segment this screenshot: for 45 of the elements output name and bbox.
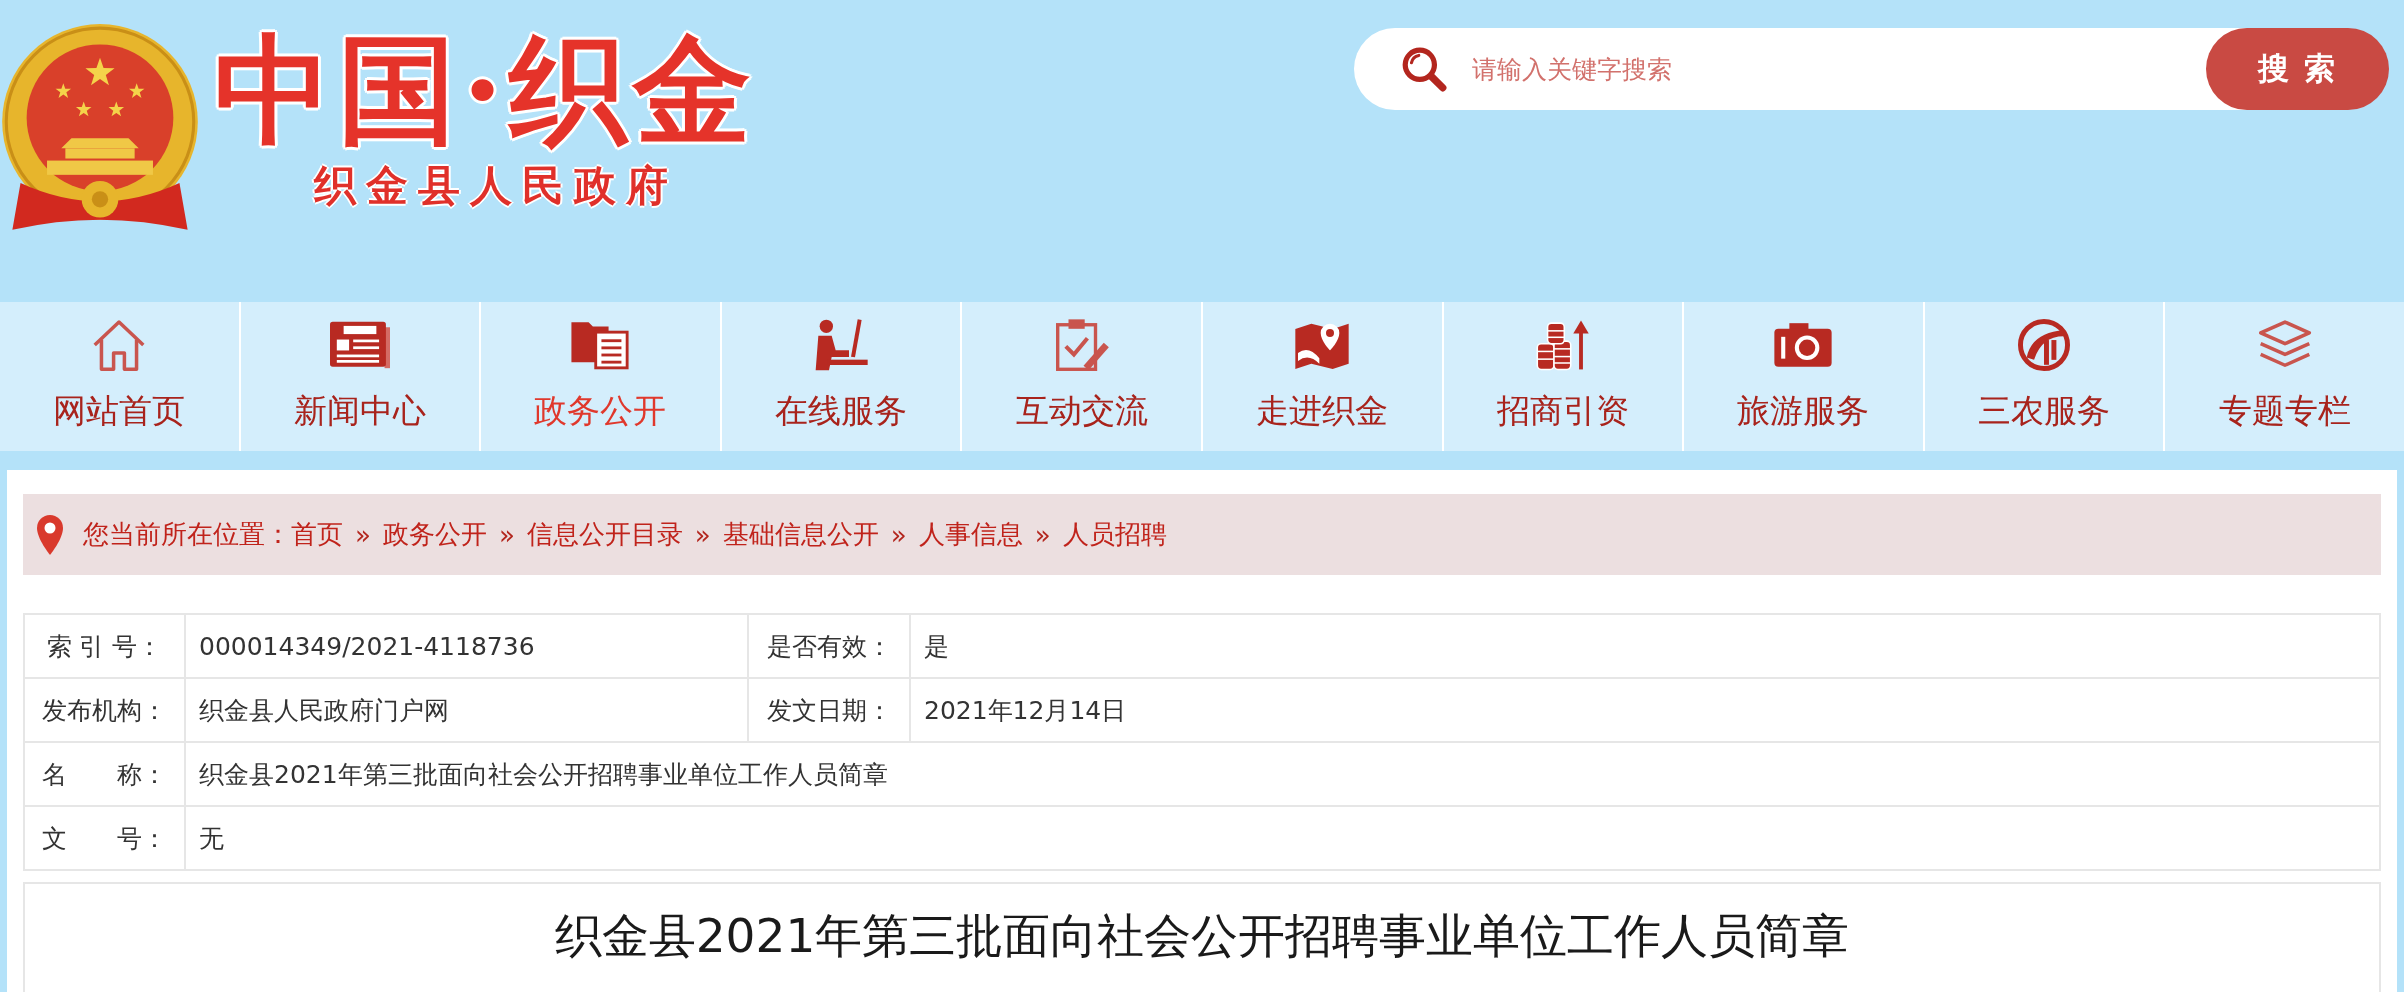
breadcrumb-separator: »	[1034, 519, 1051, 550]
site-subtitle: 织金县人民政府	[313, 160, 678, 212]
round-emblem-icon	[2018, 318, 2071, 372]
nav-item[interactable]: 旅游服务	[1684, 302, 1923, 451]
location-label: 您当前所在位置：	[83, 518, 291, 551]
field-value: 织金县人民政府门户网	[186, 679, 749, 743]
nav-item[interactable]: 互动交流	[962, 302, 1201, 451]
nav-item[interactable]: 在线服务	[721, 302, 961, 451]
field-value: 000014349/2021-4118736	[186, 615, 749, 679]
breadcrumb-link[interactable]: 政务公开	[382, 517, 487, 552]
nav-item[interactable]: 网站首页	[0, 302, 239, 451]
field-value: 2021年12月14日	[911, 679, 2381, 743]
field-value: 是	[911, 615, 2381, 679]
breadcrumb-separator: »	[890, 519, 907, 550]
nav-item[interactable]: 走进织金	[1203, 302, 1442, 451]
nav-item[interactable]: 新闻中心	[240, 302, 480, 451]
field-label: 发布机构：	[25, 679, 186, 743]
coin-stacks-icon	[1535, 318, 1590, 372]
field-label: 发文日期：	[749, 679, 911, 743]
nav-item[interactable]: 三农服务	[1924, 302, 2164, 451]
breadcrumb-separator: »	[694, 519, 711, 550]
field-label: 索 引 号：	[25, 615, 186, 679]
field-value: 织金县2021年第三批面向社会公开招聘事业单位工作人员简章	[186, 743, 2381, 807]
field-label: 文 号：	[25, 807, 186, 871]
location-pin-icon	[37, 514, 63, 555]
breadcrumb-separator: »	[355, 519, 371, 550]
person-at-computer-icon	[813, 318, 870, 372]
house-icon	[92, 318, 147, 372]
field-label: 是否有效：	[749, 615, 911, 679]
field-label: 名 称：	[25, 743, 186, 807]
breadcrumb-link[interactable]: 信息公开目录	[526, 517, 683, 552]
nav-item[interactable]: 招商引资	[1443, 302, 1683, 451]
clipboard-check-icon	[1054, 318, 1109, 372]
article-title: 织金县2021年第三批面向社会公开招聘事业单位工作人员简章	[554, 907, 1850, 965]
nav-item[interactable]: 政务公开	[481, 302, 720, 451]
field-value: 无	[186, 807, 2381, 871]
breadcrumb-link[interactable]: 首页	[291, 517, 343, 552]
search-button[interactable]: 搜 索	[2206, 28, 2389, 110]
site-title: 中国·织金	[214, 22, 758, 158]
search-icon	[1400, 45, 1448, 93]
breadcrumb-link[interactable]: 人员招聘	[1062, 517, 1167, 552]
breadcrumb-separator: »	[498, 519, 515, 550]
breadcrumb-link[interactable]: 基础信息公开	[722, 517, 879, 552]
breadcrumb-link[interactable]: 人事信息	[918, 517, 1023, 552]
nav-item[interactable]: 专题专栏	[2165, 302, 2404, 451]
